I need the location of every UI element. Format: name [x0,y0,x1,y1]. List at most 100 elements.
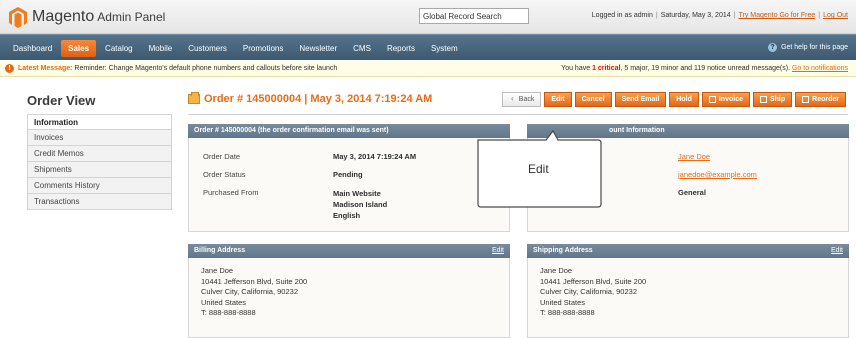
billing-title: Billing Address [194,247,246,254]
page-title-text: Order # 145000004 | May 3, 2014 7:19:24 … [204,93,433,105]
cancel-button[interactable]: Cancel [574,92,612,107]
shipping-street: 10441 Jefferson Blvd, Suite 200 [540,276,647,286]
order-panel-body: Order Date May 3, 2014 7:19:24 AM Order … [188,138,510,232]
shipping-phone: T: 888-888-8888 [540,308,595,317]
sidebar-item-shipments[interactable]: Shipments [27,162,172,178]
global-search-input[interactable] [419,8,529,24]
order-panel-title: Order # 145000004 (the order confirmatio… [194,127,389,134]
brand-name: Magento [32,8,95,25]
sidebar-item-invoices[interactable]: Invoices [27,130,172,146]
send-email-label: Send Email [621,96,660,103]
help-text: Get help for this page [781,44,848,51]
nav-promotions[interactable]: Promotions [236,40,290,57]
ship-button[interactable]: Ship [752,92,793,107]
title-divider [188,114,848,115]
nav-dashboard[interactable]: Dashboard [6,40,59,57]
invoice-button[interactable]: Invoice [701,92,750,107]
main-nav: Dashboard Sales Catalog Mobile Customers… [0,34,856,60]
logged-in-text: Logged in as admin [591,12,653,19]
customer-name-link[interactable]: Jane Doe [678,152,710,161]
action-buttons: ‹ Back Edit Cancel Send Email Hold Invoic… [499,92,846,107]
brand-subtitle: Admin Panel [97,10,166,24]
billing-edit-link[interactable]: Edit [492,247,504,254]
back-arrow-icon: ‹ [510,94,514,103]
sidebar-title: Order View [27,93,96,108]
order-date-row: Order Date May 3, 2014 7:19:24 AM [203,152,503,164]
latest-message-text: Reminder: Change Magento's default phone… [74,65,338,72]
shipping-city: Culver City, California, 90232 [540,287,637,296]
warning-icon: ! [5,64,14,73]
billing-name: Jane Doe [201,266,234,275]
send-email-button[interactable]: Send Email [614,92,667,107]
reorder-button[interactable]: Reorder [795,92,846,107]
purchased-from-row: Purchased From Main Website Madison Isla… [203,188,503,224]
order-date-value: May 3, 2014 7:19:24 AM [333,152,417,161]
shipping-panel-body: Jane Doe 10441 Jefferson Blvd, Suite 200… [527,258,849,338]
nav-mobile[interactable]: Mobile [142,40,180,57]
billing-panel-header: Billing Address Edit [188,244,510,258]
nav-sales[interactable]: Sales [61,39,97,57]
hold-button[interactable]: Hold [669,92,699,107]
billing-panel-body: Jane Doe 10441 Jefferson Blvd, Suite 200… [188,258,510,338]
purchased-view: English [333,211,361,220]
hold-label: Hold [676,96,692,103]
notifications-link[interactable]: Go to notifications [792,65,848,72]
help-icon: ? [768,43,778,52]
order-folder-icon [188,92,200,104]
nav-system[interactable]: System [424,40,465,57]
cancel-label: Cancel [581,96,605,103]
nav-customers[interactable]: Customers [181,40,234,57]
try-magento-link[interactable]: Try Magento Go for Free [738,12,815,19]
logout-link[interactable]: Log Out [823,12,848,19]
nav-cms[interactable]: CMS [346,40,378,57]
messages-prefix: You have [561,65,591,72]
reorder-icon [802,96,810,103]
back-label: Back [518,96,535,103]
sidebar-item-transactions[interactable]: Transactions [27,194,172,210]
customer-group-value: General [678,188,706,197]
callout-label: Edit [528,162,549,176]
shipping-edit-link[interactable]: Edit [831,247,843,254]
shipping-address: Jane Doe 10441 Jefferson Blvd, Suite 200… [540,266,646,319]
shipping-title: Shipping Address [533,247,593,254]
nav-newsletter[interactable]: Newsletter [292,40,344,57]
sidebar-item-comments-history[interactable]: Comments History [27,178,172,194]
magento-logo-icon [9,7,27,28]
order-status-label: Order Status [203,170,246,179]
latest-message-label: Latest Message: [18,65,73,72]
ship-label: Ship [769,96,786,103]
purchased-store: Madison Island [333,200,388,209]
shipping-country: United States [540,297,586,307]
order-date-label: Order Date [203,152,241,161]
invoice-label: Invoice [718,96,743,103]
magento-logo[interactable]: Magento Admin Panel [8,6,165,28]
sidebar-item-information[interactable]: Information [27,114,172,130]
messages-summary: , 5 major, 19 minor and 119 notice unrea… [620,65,791,72]
sidebar: Information Invoices Credit Memos Shipme… [27,114,172,210]
sidebar-item-credit-memos[interactable]: Credit Memos [27,146,172,162]
nav-catalog[interactable]: Catalog [98,40,140,57]
help-link[interactable]: ? Get help for this page [768,43,848,52]
order-status-value: Pending [333,170,363,179]
critical-count: 1 critical [592,65,621,72]
edit-label: Edit [551,96,565,103]
order-status-row: Order Status Pending [203,170,503,182]
billing-street: 10441 Jefferson Blvd, Suite 200 [201,276,308,286]
reorder-label: Reorder [812,96,839,103]
edit-button[interactable]: Edit [544,92,572,107]
billing-address: Jane Doe 10441 Jefferson Blvd, Suite 200… [201,266,307,319]
purchased-from-value: Main Website Madison Island English [333,188,473,221]
billing-city: Culver City, California, 90232 [201,287,298,296]
order-panel-header: Order # 145000004 (the order confirmatio… [188,124,510,138]
customer-email-link[interactable]: janedoe@example.com [678,170,757,179]
purchased-from-label: Purchased From [203,188,259,197]
shipping-name: Jane Doe [540,266,573,275]
current-date: Saturday, May 3, 2014 [660,12,731,19]
admin-header: Magento Admin Panel Logged in as admin|S… [0,0,856,34]
account-panel-title: ount Information [609,127,665,134]
back-button[interactable]: ‹ Back [501,92,542,107]
billing-phone: T: 888-888-8888 [201,308,256,317]
shipping-panel-header: Shipping Address Edit [527,244,849,258]
user-bar: Logged in as admin | Saturday, May 3, 2014… [591,12,848,19]
nav-reports[interactable]: Reports [380,40,422,57]
